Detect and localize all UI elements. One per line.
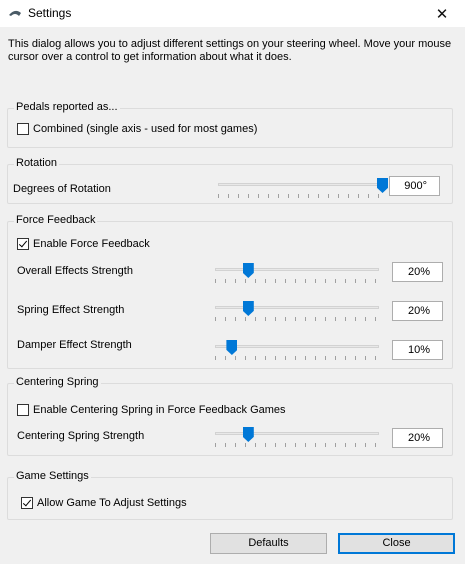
combined-checkbox[interactable]	[17, 123, 29, 135]
spring-strength-slider[interactable]	[215, 301, 379, 324]
overall-strength-slider[interactable]	[215, 263, 379, 286]
damper-thumb[interactable]	[226, 340, 238, 355]
centering-strength-slider[interactable]	[215, 427, 379, 450]
damper-track	[215, 345, 379, 348]
damper-ticks	[215, 356, 379, 360]
overall-thumb[interactable]	[242, 263, 254, 278]
degrees-value[interactable]: 900°	[389, 176, 440, 196]
overall-strength-value[interactable]: 20%	[392, 262, 443, 282]
enable-centering-label: Enable Centering Spring in Force Feedbac…	[33, 404, 286, 416]
damper-strength-slider[interactable]	[215, 340, 379, 363]
wheel-app-icon	[9, 10, 21, 16]
enable-ff-checkbox-row[interactable]: Enable Force Feedback	[17, 238, 150, 250]
damper-strength-value[interactable]: 10%	[392, 340, 443, 360]
spring-ticks	[215, 317, 379, 321]
force-feedback-group: Force Feedback Enable Force Feedback Ove…	[7, 214, 453, 369]
damper-strength-label: Damper Effect Strength	[17, 339, 132, 351]
centering-legend: Centering Spring	[14, 376, 101, 388]
title-bar: Settings ✕	[0, 0, 465, 27]
enable-centering-checkbox[interactable]	[17, 404, 29, 416]
intro-text: This dialog allows you to adjust differe…	[8, 38, 452, 63]
centering-spring-group: Centering Spring Enable Centering Spring…	[7, 376, 453, 456]
degrees-thumb[interactable]	[377, 178, 388, 193]
overall-ticks	[215, 279, 379, 283]
force-feedback-legend: Force Feedback	[14, 214, 98, 226]
allow-game-checkbox-row[interactable]: Allow Game To Adjust Settings	[21, 497, 187, 509]
centering-ticks	[215, 443, 379, 447]
close-window-button[interactable]: ✕	[419, 0, 465, 27]
enable-centering-checkbox-row[interactable]: Enable Centering Spring in Force Feedbac…	[17, 404, 286, 416]
allow-game-label: Allow Game To Adjust Settings	[37, 497, 187, 509]
degrees-track	[218, 183, 382, 186]
centering-strength-value[interactable]: 20%	[392, 428, 443, 448]
close-button[interactable]: Close	[338, 533, 455, 554]
degrees-slider[interactable]	[218, 178, 388, 201]
spring-track	[215, 306, 379, 309]
combined-label: Combined (single axis - used for most ga…	[33, 123, 258, 135]
spring-thumb[interactable]	[242, 301, 254, 316]
enable-ff-label: Enable Force Feedback	[33, 238, 150, 250]
combined-checkbox-row[interactable]: Combined (single axis - used for most ga…	[17, 123, 257, 135]
spring-strength-label: Spring Effect Strength	[17, 304, 125, 316]
degrees-label: Degrees of Rotation	[13, 183, 111, 195]
centering-strength-label: Centering Spring Strength	[17, 430, 145, 442]
spring-strength-value[interactable]: 20%	[392, 301, 443, 321]
overall-strength-label: Overall Effects Strength	[17, 265, 133, 277]
game-settings-legend: Game Settings	[14, 470, 91, 482]
enable-ff-checkbox[interactable]	[17, 238, 29, 250]
degrees-ticks	[218, 194, 382, 198]
rotation-legend: Rotation	[14, 157, 59, 169]
allow-game-checkbox[interactable]	[21, 497, 33, 509]
centering-track	[215, 432, 379, 435]
pedals-group: Pedals reported as... Combined (single a…	[7, 101, 453, 148]
centering-thumb[interactable]	[242, 427, 254, 442]
overall-track	[215, 268, 379, 271]
game-settings-group: Game Settings Allow Game To Adjust Setti…	[7, 470, 453, 520]
rotation-group: Rotation Degrees of Rotation 900°	[7, 157, 453, 204]
close-icon: ✕	[435, 5, 449, 23]
window-title: Settings	[28, 6, 72, 20]
pedals-legend: Pedals reported as...	[14, 101, 120, 113]
defaults-button[interactable]: Defaults	[210, 533, 327, 554]
